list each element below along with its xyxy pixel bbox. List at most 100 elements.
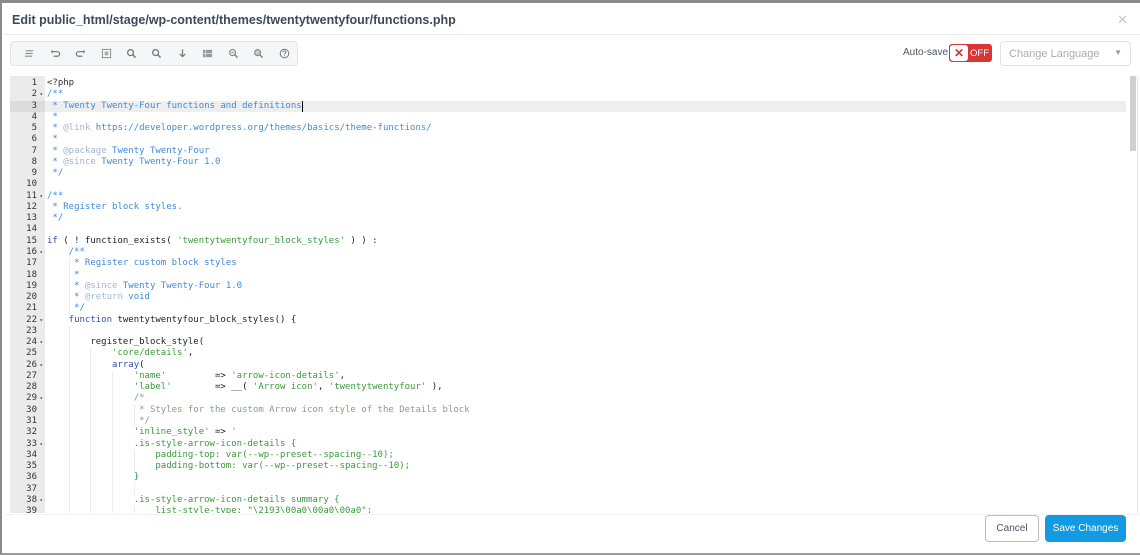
line-number: 10 [26,179,37,190]
code-editor[interactable]: 1 <?php 2 ▾/** 3 * Twenty Twenty-Four functi… [10,76,1138,513]
code-line[interactable]: 22 ▾ function twentytwentyfour_block_styl… [10,315,1126,326]
undo-icon[interactable] [42,43,67,65]
code-token: twentytwentyfour_block_styles() { [112,314,297,325]
code-line[interactable]: 12 * Register block styles. [10,202,1126,213]
code-token: @since [84,280,118,291]
code-token: * [47,123,64,134]
zoom-out-icon[interactable] [221,43,246,65]
code-line[interactable]: 34 padding-top: var(--wp--preset--spacin… [10,449,1126,462]
code-token: padding-top: var(--wp--preset--spacing--… [47,449,394,460]
code-line[interactable]: 17 * Register custom block styles [10,258,1126,270]
code-token: .is-style-arrow-icon-details summary { [47,494,340,505]
edit-file-dialog: Edit public_html/stage/wp-content/themes… [0,0,1140,555]
code-line[interactable]: 27 'name' => 'arrow-icon-details', [10,370,1126,383]
code-line[interactable]: 15 if ( ! function_exists( 'twentytwentyf… [10,236,1126,247]
code-token: @return [84,292,123,303]
code-line[interactable]: 16 ▾ /** [10,247,1126,258]
code-token: list-style-type: "\2193\00a0\00a0\00a0"; [47,506,373,513]
fold-toggle-icon[interactable]: ▾ [39,89,43,100]
code-line[interactable]: 23 [10,325,1126,338]
code-line[interactable]: 29 ▾ /* [10,393,1126,405]
code-line[interactable]: 38 ▾ .is-style-arrow-icon-details summary… [10,494,1126,507]
panel-icon[interactable] [195,43,220,65]
code-line[interactable]: 33 ▾ .is-style-arrow-icon-details { [10,438,1126,450]
code-token: @link [63,123,91,134]
save-changes-button[interactable]: Save Changes [1045,515,1126,542]
line-number: 27 [26,370,37,381]
code-line[interactable]: 4 * [10,112,1126,123]
code-line[interactable]: 25 'core/details', [10,348,1126,360]
code-token: /** [47,190,64,201]
code-line[interactable]: 32 'inline_style' => ' [10,427,1126,439]
line-number: 25 [26,348,37,359]
cancel-button[interactable]: Cancel [985,515,1039,542]
code-line[interactable]: 7 * @package Twenty Twenty-Four [10,146,1126,157]
line-number: 19 [26,280,37,291]
fold-toggle-icon[interactable]: ▾ [39,360,43,371]
code-line[interactable]: 30 * Styles for the custom Arrow icon st… [10,404,1126,416]
code-token: ( ! function_exists( [57,235,178,246]
fold-toggle-icon[interactable]: ▾ [39,337,43,348]
scrollbar-track[interactable] [1137,76,1138,513]
select-all-icon[interactable] [93,43,118,65]
change-language-select[interactable]: Change Language ▼ [1000,41,1131,66]
code-line[interactable]: 28 'label' => __( 'Arrow icon', 'twentyt… [10,382,1126,394]
fold-toggle-icon[interactable]: ▾ [39,439,43,450]
code-line[interactable]: 5 * @link https://developer.wordpress.or… [10,123,1126,134]
code-line[interactable]: 14 [10,224,1126,235]
code-line[interactable]: 24 ▾ register_block_style( [10,337,1126,349]
code-token: /* [47,393,145,404]
code-line[interactable]: 1 <?php [10,78,1126,89]
fold-toggle-icon[interactable]: ▾ [39,315,43,326]
code-token: * Register block styles. [47,201,183,212]
search-replace-icon[interactable] [144,43,169,65]
code-line[interactable]: 20 * @return void [10,292,1126,304]
code-token: * [47,111,58,122]
fold-toggle-icon[interactable]: ▾ [39,393,43,404]
code-line[interactable]: 37 [10,483,1126,495]
code-text: 'label' => __( 'Arrow icon', 'twentytwen… [47,382,443,393]
code-line[interactable]: 35 padding-bottom: var(--wp--preset--spa… [10,461,1126,473]
code-line[interactable]: 2 ▾ /** [10,89,1126,100]
code-line[interactable]: 18 * [10,269,1126,281]
editor-toolbar [10,41,298,66]
zoom-in-icon[interactable] [246,43,271,65]
code-token: ( [139,359,145,370]
arrow-down-icon[interactable] [170,43,195,65]
code-line[interactable]: 19 * @since Twenty Twenty-Four 1.0 [10,280,1126,293]
code-line[interactable]: 39 list-style-type: "\2193\00a0\00a0\00a… [10,506,1126,513]
format-lines-icon[interactable] [17,43,42,65]
vertical-scrollbar[interactable] [1130,76,1136,151]
code-token: */ [47,303,85,314]
code-line[interactable]: 13 */ [10,213,1126,224]
help-icon[interactable] [272,43,297,65]
code-line[interactable]: 21 */ [10,303,1126,315]
code-token: 'Arrow icon' [252,382,318,393]
line-number: 28 [26,382,37,393]
code-line[interactable]: 6 * [10,134,1126,145]
redo-icon[interactable] [68,43,93,65]
code-line[interactable]: 3 * Twenty Twenty-Four functions and def… [10,100,1126,112]
fold-toggle-icon[interactable]: ▾ [39,247,43,258]
line-number: 37 [26,483,37,494]
code-text: /** [47,191,63,202]
code-line[interactable]: 26 ▾ array( [10,359,1126,371]
code-token: * Styles for the custom Arrow icon style… [47,404,470,415]
fold-toggle-icon[interactable]: ▾ [39,495,43,506]
code-line[interactable]: 36 } [10,472,1126,484]
close-icon[interactable]: ✕ [1117,12,1128,28]
indent-guide [112,483,114,495]
code-token: , [317,382,329,393]
autosave-toggle[interactable]: ✕ OFF [949,44,992,62]
code-lines[interactable]: 1 <?php 2 ▾/** 3 * Twenty Twenty-Four functi… [10,78,1126,513]
code-line[interactable]: 9 */ [10,168,1126,179]
code-line[interactable]: 10 [10,179,1126,190]
code-line[interactable]: 8 * @since Twenty Twenty-Four 1.0 [10,157,1126,168]
change-language-placeholder: Change Language [1009,48,1100,60]
code-line[interactable]: 11 ▾ /** [10,191,1126,202]
line-number: 5 [31,123,37,134]
code-line[interactable]: 31 */ [10,415,1126,428]
search-icon[interactable] [119,43,144,65]
line-number: 8 [31,156,37,167]
fold-toggle-icon[interactable]: ▾ [39,191,43,202]
